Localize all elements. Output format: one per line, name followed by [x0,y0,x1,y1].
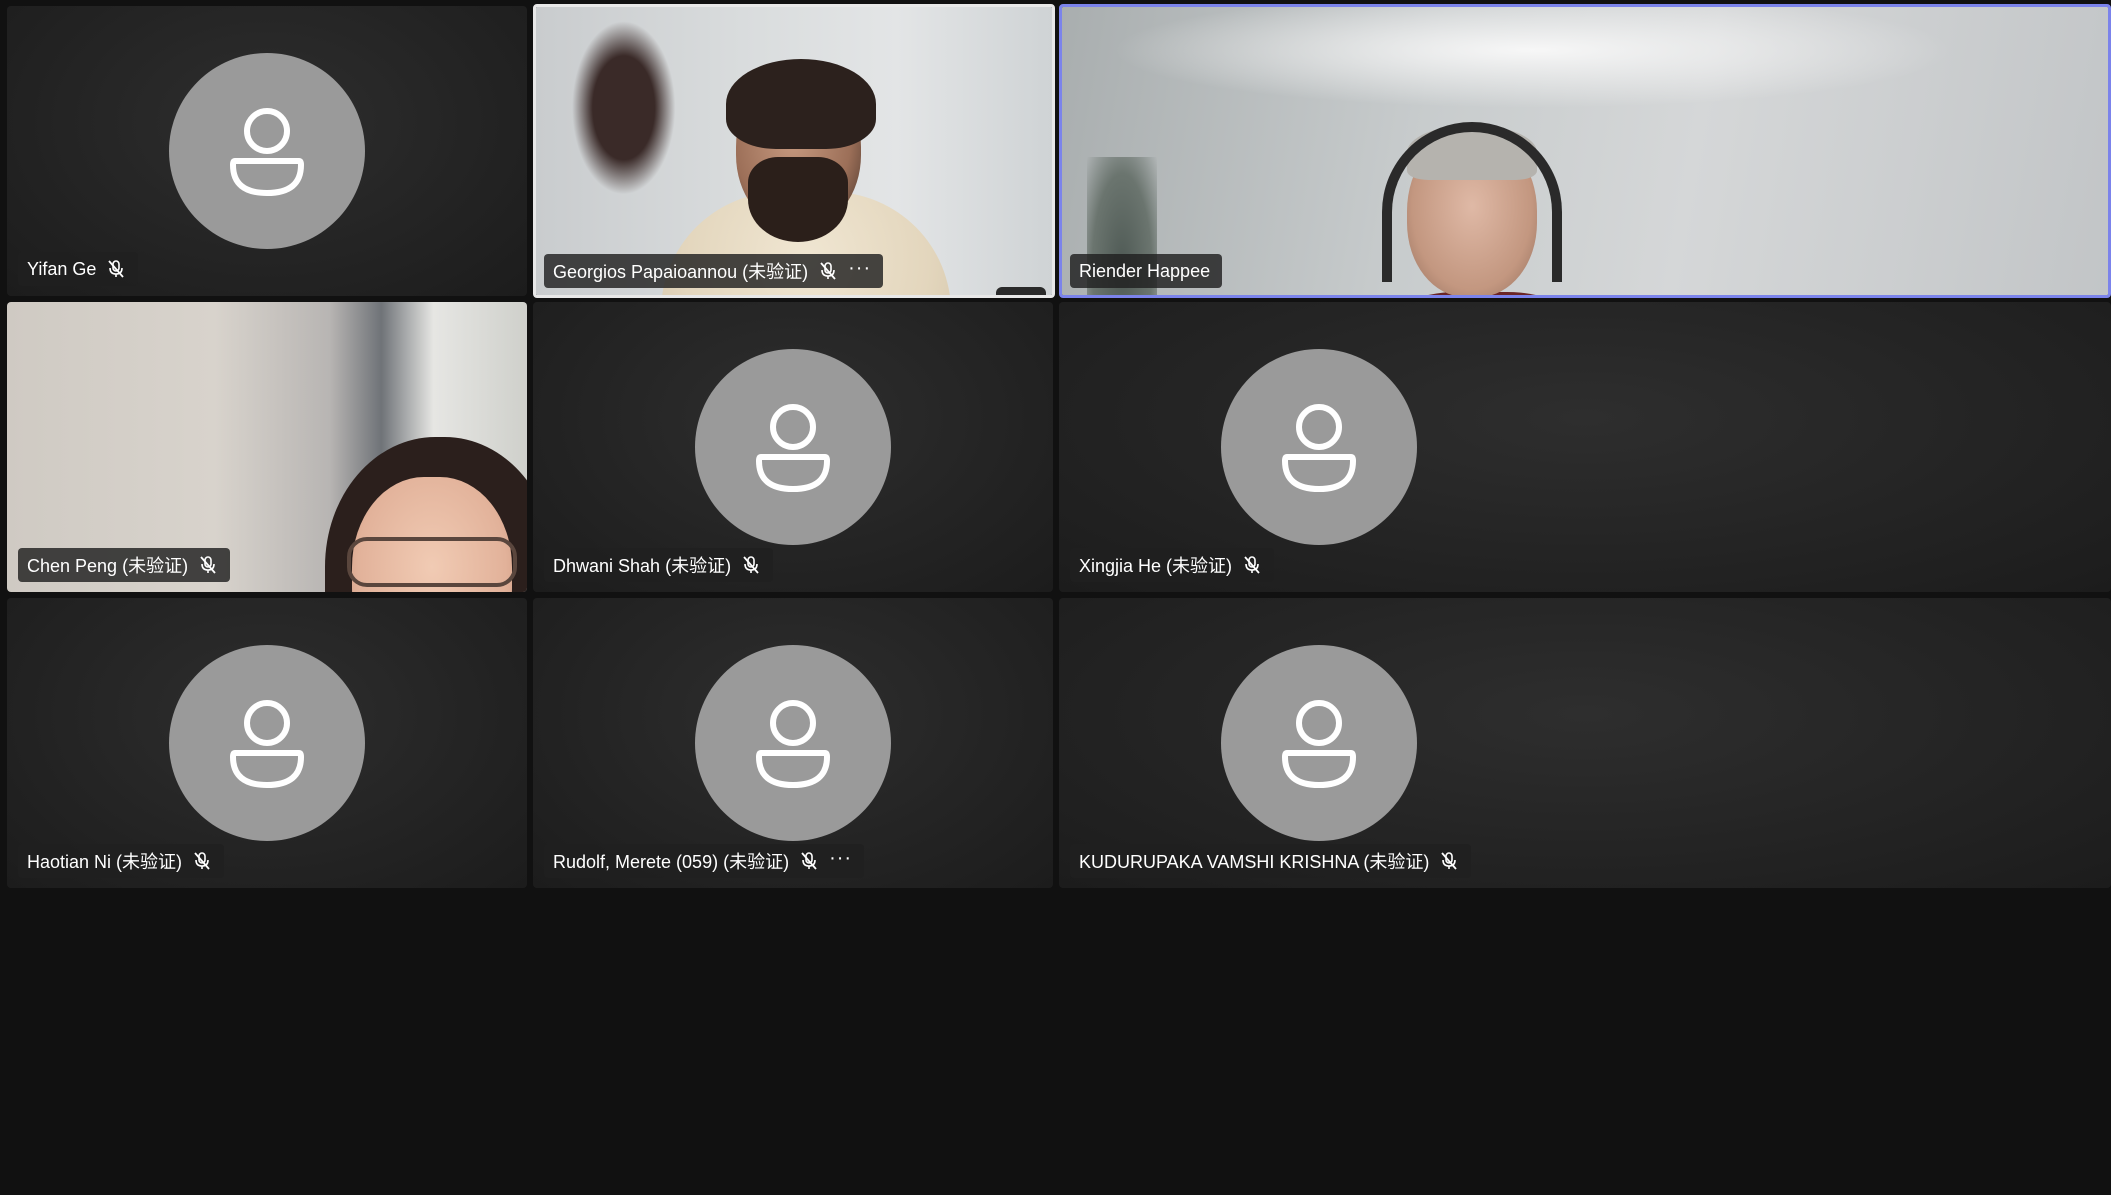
mic-off-icon [108,260,125,278]
participant-name-tag: Haotian Ni (未验证) [18,844,225,878]
participant-name-tag: Xingjia He (未验证) [1070,548,1275,582]
meeting-video-grid: Yifan Ge Georgios Papaioannou (未验证) ··· … [0,0,2111,1195]
participant-name: Yifan Ge [27,258,97,279]
participant-tile-xingjia-he[interactable]: Xingjia He (未验证) [1059,302,2111,592]
participant-tile-georgios-papaioannou[interactable]: Georgios Papaioannou (未验证) ··· [533,4,1055,298]
participant-tile-kudurupaka-vamshi-krishna[interactable]: KUDURUPAKA VAMSHI KRISHNA (未验证) [1059,598,2111,888]
more-options-icon[interactable]: ··· [848,258,871,278]
person-avatar-icon [695,349,891,545]
mic-off-icon [820,262,836,280]
participant-name: Rudolf, Merete (059) (未验证) [553,852,790,872]
participant-name: Georgios Papaioannou (未验证) [553,262,809,282]
participant-name-tag: Riender Happee [1070,254,1223,288]
participant-tile-chen-peng[interactable]: Chen Peng (未验证) [7,302,527,592]
person-avatar-icon [695,645,891,841]
person-avatar-icon [1221,349,1417,545]
mic-off-icon [801,852,817,870]
participant-tile-haotian-ni[interactable]: Haotian Ni (未验证) [7,598,527,888]
participant-name: Haotian Ni (未验证) [27,852,183,872]
participant-name: Xingjia He (未验证) [1079,556,1233,576]
participant-name: Riender Happee [1079,260,1211,281]
participant-tile-yifan-ge[interactable]: Yifan Ge [7,6,527,296]
participant-name-tag: Georgios Papaioannou (未验证) ··· [544,254,884,288]
mic-off-icon [200,556,216,574]
participant-video-feed [1062,7,2108,295]
mic-off-icon [1441,852,1458,870]
person-avatar-icon [169,645,365,841]
participant-name-tag: KUDURUPAKA VAMSHI KRISHNA (未验证) [1070,844,1472,878]
participant-name: Chen Peng (未验证) [27,556,189,576]
participant-name-tag: Rudolf, Merete (059) (未验证) ··· [544,844,865,878]
person-avatar-icon [1221,645,1417,841]
mic-off-icon [743,556,759,574]
participant-tile-rudolf-merete[interactable]: Rudolf, Merete (059) (未验证) ··· [533,598,1053,888]
mic-off-icon [194,852,210,870]
participant-video-feed [536,7,1052,295]
participant-tile-dhwani-shah[interactable]: Dhwani Shah (未验证) [533,302,1053,592]
participant-name-tag: Dhwani Shah (未验证) [544,548,774,582]
participant-tile-riender-happee[interactable]: Riender Happee [1059,4,2111,298]
person-avatar-icon [169,53,365,249]
participant-name-tag: Chen Peng (未验证) [18,548,231,582]
participant-name: KUDURUPAKA VAMSHI KRISHNA (未验证) [1079,852,1430,872]
participant-name-tag: Yifan Ge [18,252,139,286]
more-options-icon[interactable]: ··· [829,848,852,868]
participant-name: Dhwani Shah (未验证) [553,556,732,576]
mic-off-icon [1244,556,1260,574]
